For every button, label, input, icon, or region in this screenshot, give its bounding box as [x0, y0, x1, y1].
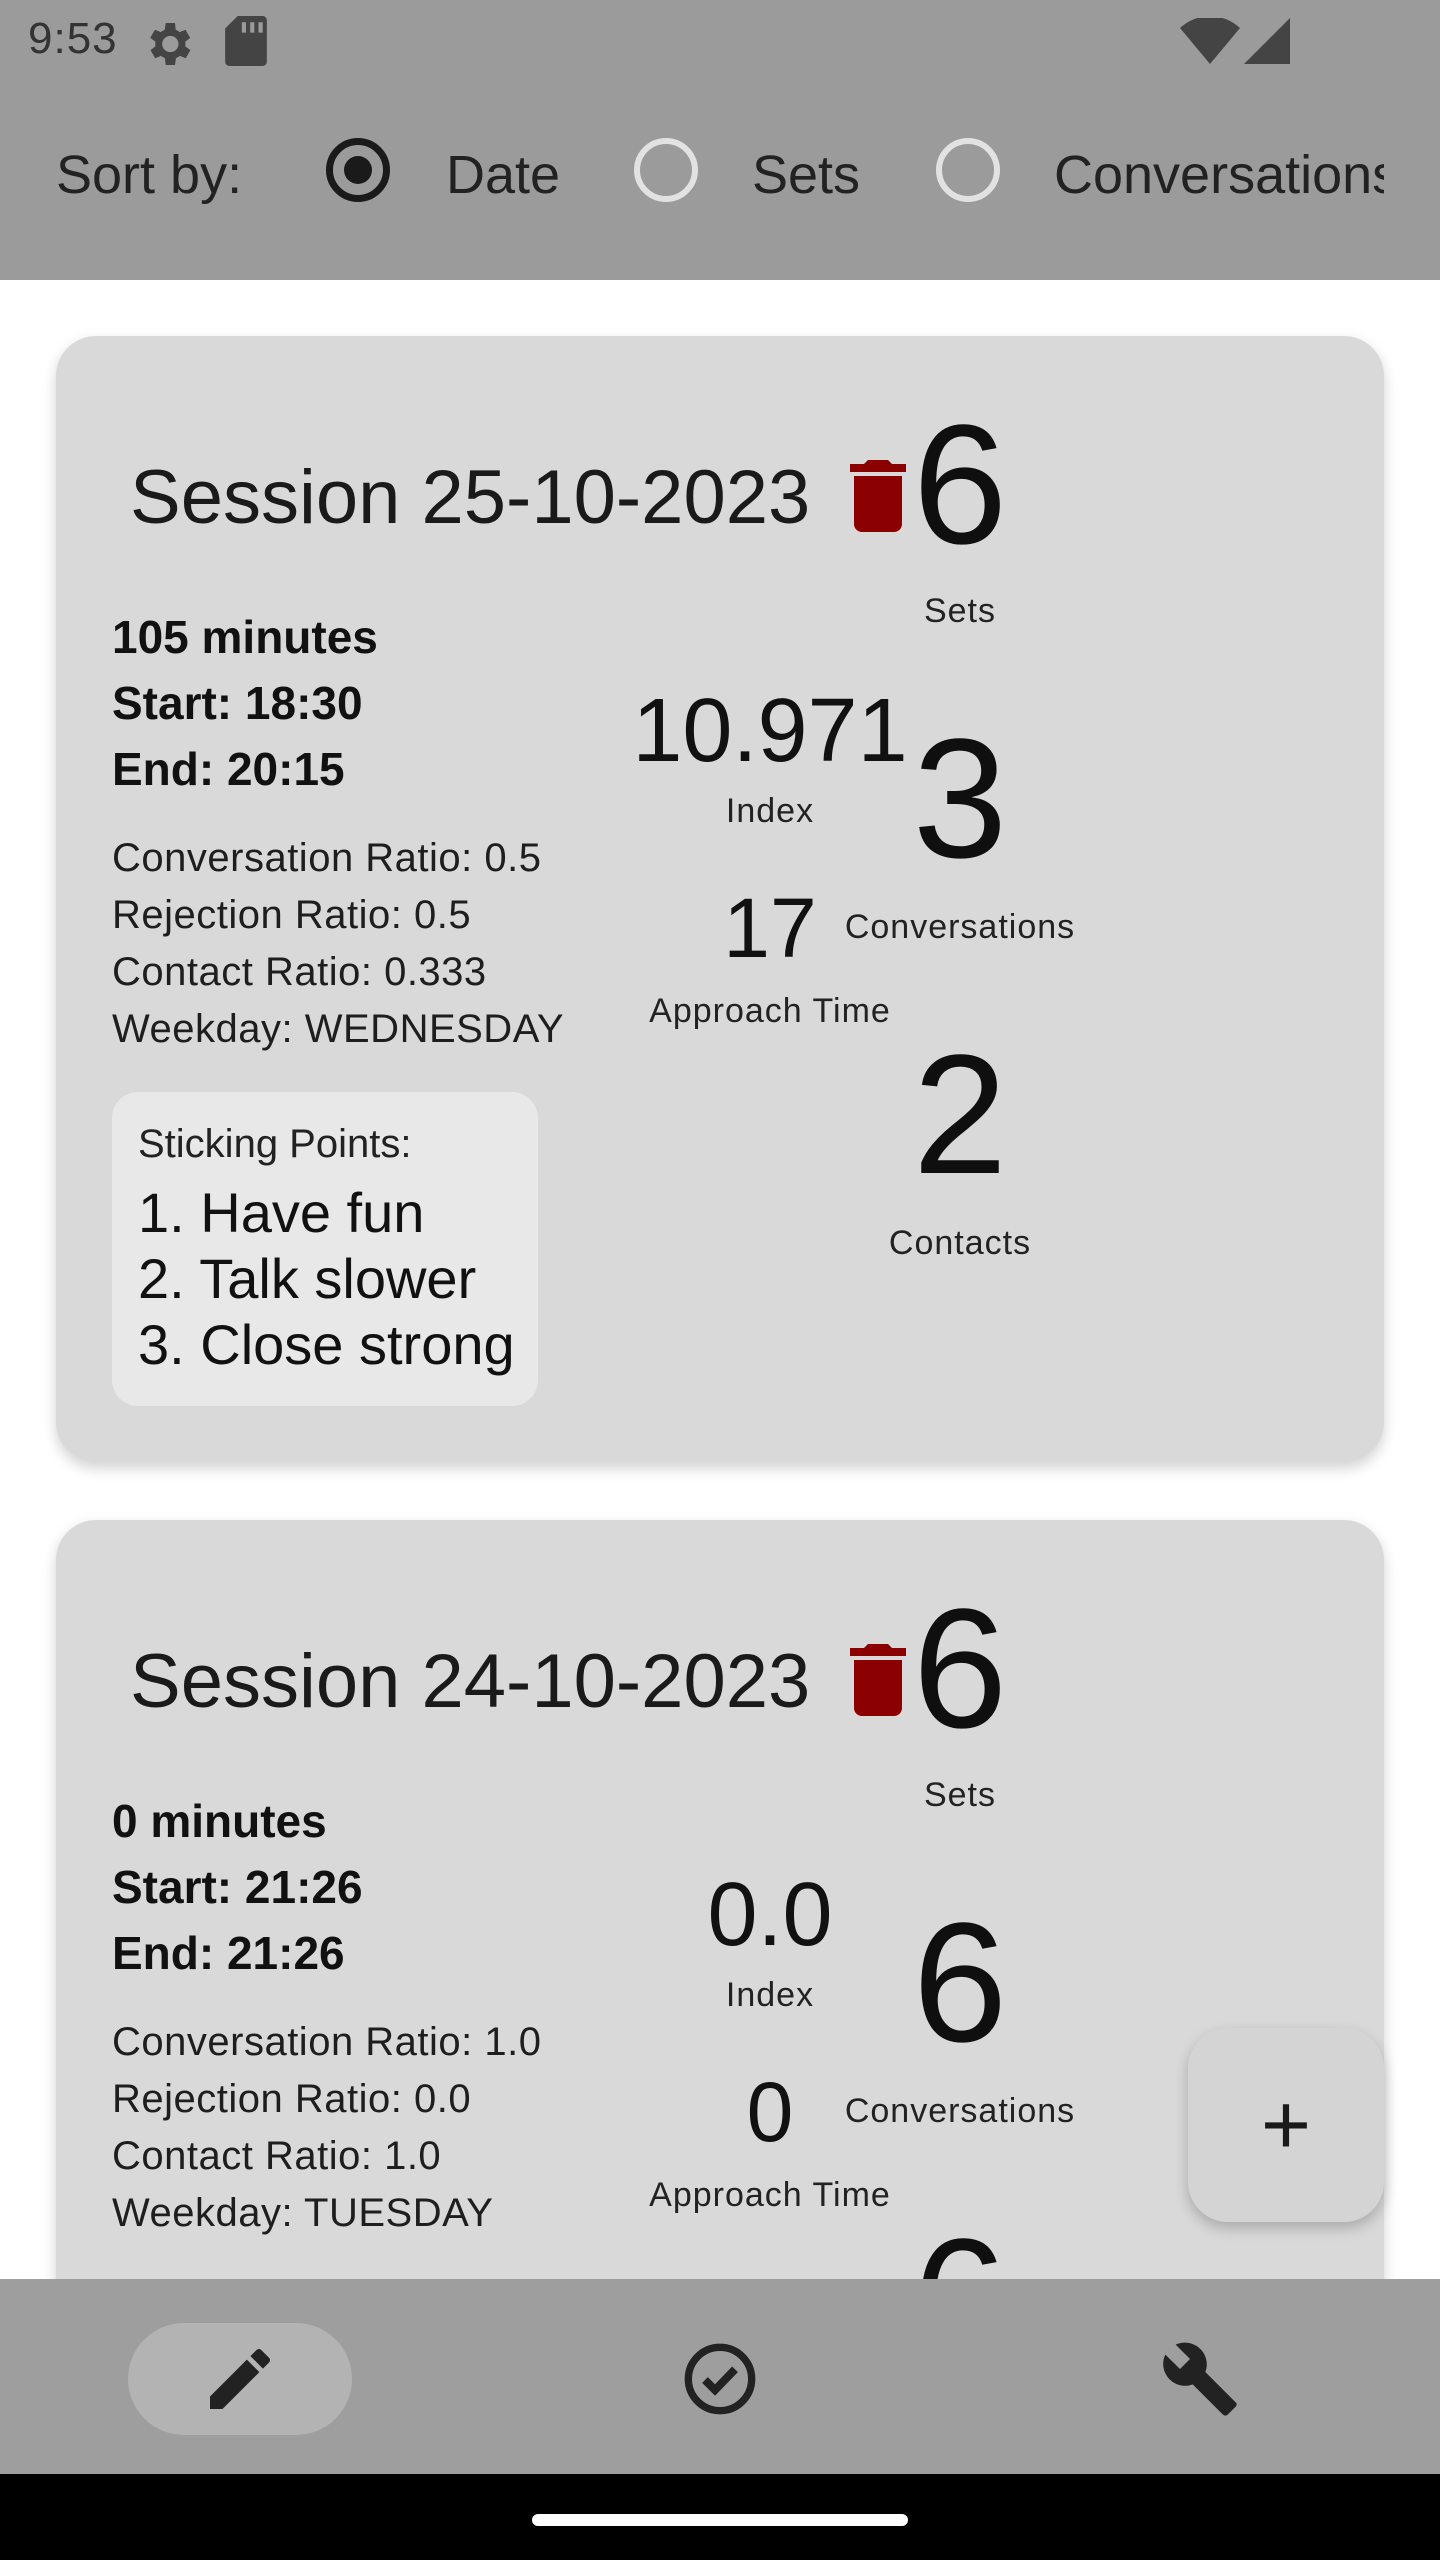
nav-item-tools[interactable]: [1088, 2323, 1312, 2435]
conversation-ratio: Conversation Ratio: 0.5: [112, 836, 542, 880]
plus-icon: +: [1260, 2077, 1312, 2173]
radio-date[interactable]: [326, 138, 390, 202]
start-time: Start: 18:30: [112, 677, 363, 729]
sort-bar: Sort by: Date Sets Conversations: [0, 84, 1440, 280]
sticking-point-item: 2. Talk slower: [138, 1247, 477, 1310]
sticking-points-title: Sticking Points:: [138, 1122, 412, 1166]
weekday: Weekday: WEDNESDAY: [112, 1007, 565, 1051]
ratio-block: Conversation Ratio: 0.5 Rejection Ratio:…: [112, 830, 564, 1058]
home-gesture-handle[interactable]: [532, 2514, 908, 2526]
sticking-points-box: Sticking Points: 1. Have fun 2. Talk slo…: [112, 1092, 538, 1406]
ratio-block: Conversation Ratio: 1.0 Rejection Ratio:…: [112, 2014, 542, 2242]
wrench-icon: [1160, 2339, 1240, 2424]
sticking-point-item: 3. Close strong: [138, 1313, 515, 1376]
radio-conversations[interactable]: [936, 138, 1000, 202]
radio-sets[interactable]: [634, 138, 698, 202]
sets-value: 6: [912, 1574, 1008, 1764]
system-navigation-bar: [0, 2474, 1440, 2560]
status-bar: 9:53: [0, 0, 1440, 84]
nav-item-check[interactable]: [608, 2323, 832, 2435]
duration-text: 0 minutes: [112, 1795, 327, 1847]
end-time: End: 21:26: [112, 1927, 345, 1979]
contacts-label: Contacts: [888, 1224, 1032, 1262]
session-card[interactable]: Session 24-10-2023 0 minutes Start: 21:2…: [56, 1520, 1384, 2279]
radio-label-conversations[interactable]: Conversations: [1054, 144, 1384, 206]
session-card[interactable]: Session 25-10-2023 105 minutes Start: 18…: [56, 336, 1384, 1462]
check-circle-icon: [680, 2339, 760, 2424]
wifi-icon: [1180, 16, 1240, 71]
rejection-ratio: Rejection Ratio: 0.0: [112, 2077, 472, 2121]
add-session-button[interactable]: +: [1188, 2028, 1384, 2222]
sets-value: 6: [912, 390, 1008, 580]
approach-label: Approach Time: [649, 2176, 891, 2214]
contact-ratio: Contact Ratio: 1.0: [112, 2134, 442, 2178]
duration-text: 105 minutes: [112, 611, 378, 663]
duration-block: 0 minutes Start: 21:26 End: 21:26: [112, 1788, 363, 1986]
sd-card-icon: [224, 16, 268, 71]
weekday: Weekday: TUESDAY: [112, 2191, 494, 2235]
contact-ratio: Contact Ratio: 0.333: [112, 950, 487, 994]
sort-label: Sort by:: [56, 145, 243, 205]
sticking-point-item: 1. Have fun: [138, 1181, 425, 1244]
bottom-navigation: [0, 2279, 1440, 2474]
approach-label: Approach Time: [649, 992, 891, 1030]
conversations-label: Conversations: [844, 908, 1076, 946]
conversation-ratio: Conversation Ratio: 1.0: [112, 2020, 542, 2064]
conversations-value: 3: [912, 704, 1008, 894]
conversations-value: 6: [912, 1888, 1008, 2078]
end-time: End: 20:15: [112, 743, 345, 795]
nav-item-edit[interactable]: [128, 2323, 352, 2435]
sets-label: Sets: [923, 1776, 997, 1814]
contacts-value: 2: [912, 1020, 1008, 1210]
gear-icon: [140, 16, 196, 77]
radio-label-clip: Conversations: [1050, 84, 1384, 280]
conversations-label: Conversations: [844, 2092, 1076, 2130]
duration-block: 105 minutes Start: 18:30 End: 20:15: [112, 604, 378, 802]
sets-label: Sets: [923, 592, 997, 630]
cell-signal-icon: [1244, 18, 1290, 69]
status-time: 9:53: [28, 14, 118, 63]
radio-label-date[interactable]: Date: [446, 144, 560, 206]
pencil-icon: [200, 2339, 280, 2424]
radio-label-sets[interactable]: Sets: [752, 144, 860, 206]
start-time: Start: 21:26: [112, 1861, 363, 1913]
session-list[interactable]: Session 25-10-2023 105 minutes Start: 18…: [0, 280, 1440, 2279]
contacts-value: 6: [700, 2214, 1220, 2279]
rejection-ratio: Rejection Ratio: 0.5: [112, 893, 472, 937]
